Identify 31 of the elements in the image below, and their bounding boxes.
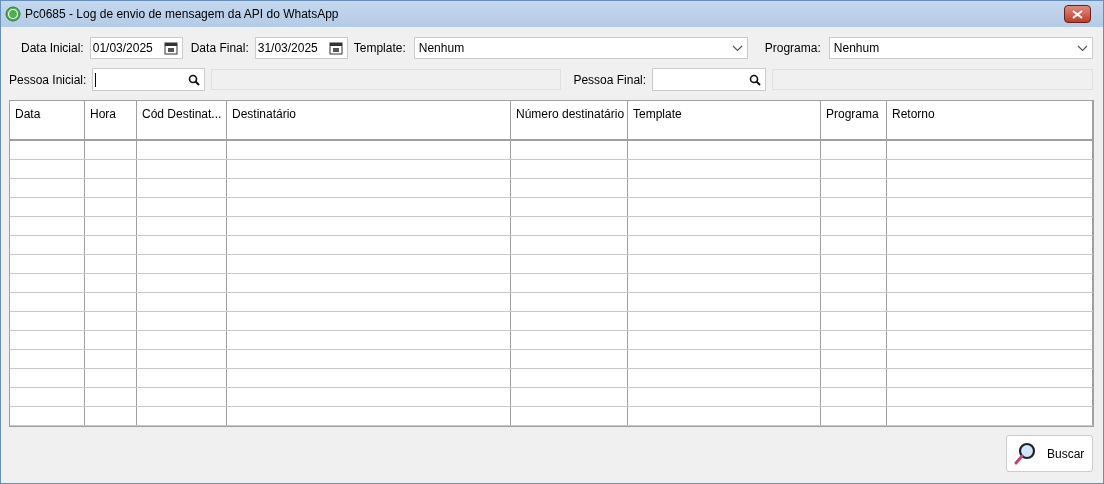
search-button[interactable]: Buscar <box>1006 435 1093 472</box>
calendar-icon[interactable] <box>328 41 343 55</box>
column-header[interactable]: Template <box>628 101 821 139</box>
column-header[interactable]: Cód Destinat... <box>137 101 227 139</box>
column-header[interactable]: Número destinatário <box>511 101 628 139</box>
calendar-icon[interactable] <box>163 41 178 55</box>
field-label: Pessoa Final: <box>573 71 647 89</box>
search-icon[interactable] <box>749 73 762 86</box>
date-field[interactable]: 31/03/2025 <box>254 37 348 59</box>
window-title: Pc0685 - Log de envio de mensagem da API do WhatsApp <box>25 6 339 23</box>
column-header[interactable]: Programa <box>821 101 887 139</box>
chevron-down-icon <box>1077 44 1088 52</box>
field-label: Data Final: <box>190 40 249 57</box>
search-field[interactable] <box>92 68 206 91</box>
search-field[interactable] <box>652 68 767 91</box>
column-header[interactable]: Destinatário <box>227 101 511 139</box>
programa-dropdown[interactable]: Nenhum <box>828 37 1093 59</box>
column-header[interactable]: Hora <box>85 101 137 139</box>
template-dropdown[interactable]: Nenhum <box>413 37 748 59</box>
close-icon[interactable] <box>1072 9 1083 19</box>
date-field[interactable]: 01/03/2025 <box>89 37 183 59</box>
column-header[interactable]: Retorno <box>887 101 1093 139</box>
close-button[interactable] <box>1064 5 1091 23</box>
field-label: Programa: <box>764 40 821 57</box>
field-label: Pessoa Inicial: <box>9 71 87 89</box>
chevron-down-icon <box>731 44 743 52</box>
field-label: Template: <box>353 40 406 57</box>
magnifier-icon <box>1013 441 1037 466</box>
search-icon[interactable] <box>188 73 201 86</box>
column-header[interactable]: Data <box>10 101 85 139</box>
field-label: Data Inicial: <box>21 40 84 57</box>
